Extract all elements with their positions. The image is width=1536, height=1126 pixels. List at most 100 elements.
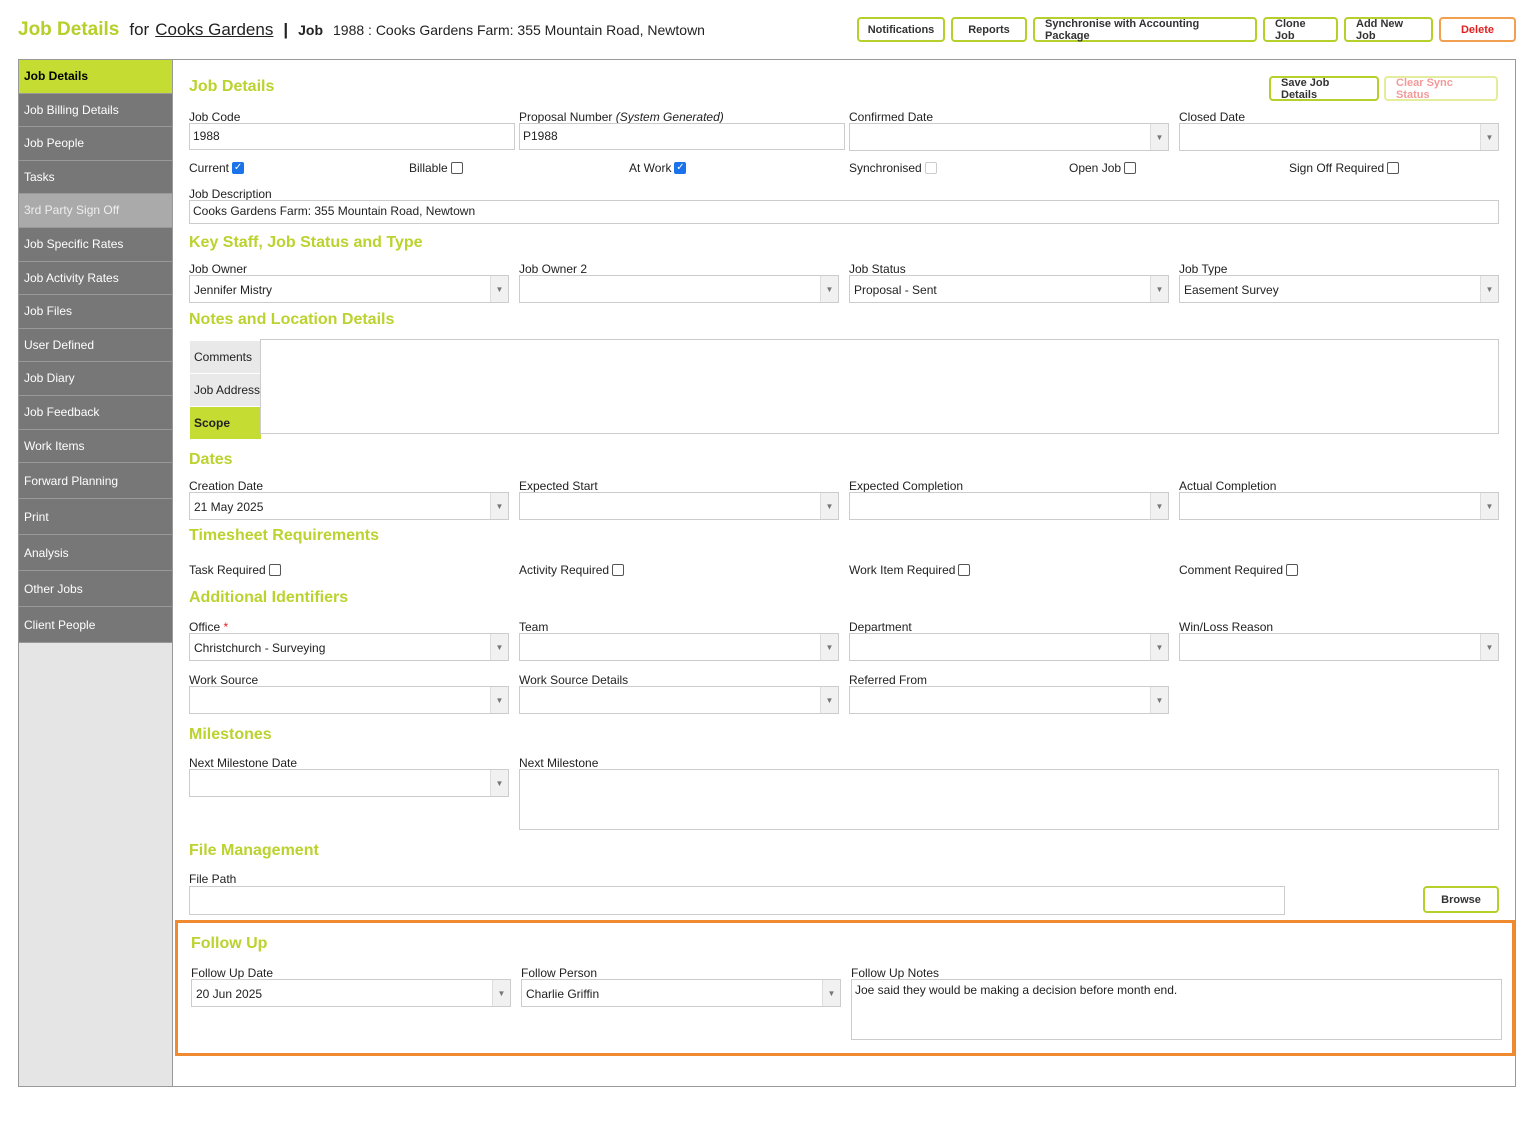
- expected-start-picker[interactable]: ▼: [519, 492, 839, 520]
- file-path-input[interactable]: [189, 886, 1285, 915]
- sidebar-item-job-diary[interactable]: Job Diary: [19, 362, 172, 396]
- next-milestone-textarea[interactable]: [519, 769, 1499, 830]
- sidebar-item-job-details[interactable]: Job Details: [19, 60, 172, 94]
- current-label: Current: [189, 161, 230, 175]
- closed-date-picker[interactable]: ▼: [1179, 123, 1499, 151]
- sidebar-item-analysis[interactable]: Analysis: [19, 535, 172, 572]
- follow-up-date-picker[interactable]: 20 Jun 2025 ▼: [191, 979, 511, 1007]
- section-milestones: Milestones: [189, 726, 272, 743]
- sidebar-item-job-specific-rates[interactable]: Job Specific Rates: [19, 227, 172, 262]
- department-label: Department: [849, 620, 912, 634]
- sidebar-item-tasks[interactable]: Tasks: [19, 160, 172, 195]
- follow-person-select[interactable]: Charlie Griffin ▼: [521, 979, 841, 1007]
- current-checkbox[interactable]: Current ✓: [189, 161, 245, 175]
- client-link[interactable]: Cooks Gardens: [155, 20, 273, 40]
- follow-up-notes-textarea[interactable]: Joe said they would be making a decision…: [851, 979, 1502, 1040]
- sign-off-required-checkbox[interactable]: Sign Off Required: [1289, 161, 1400, 175]
- office-label: Office *: [189, 620, 228, 634]
- chevron-down-icon: ▼: [1480, 124, 1498, 150]
- main-frame: Job Details Job Billing Details Job Peop…: [18, 59, 1516, 1087]
- chevron-down-icon: ▼: [1480, 493, 1498, 519]
- sidebar-item-forward-planning[interactable]: Forward Planning: [19, 463, 172, 500]
- chevron-down-icon: ▼: [1480, 276, 1498, 302]
- notifications-button[interactable]: Notifications: [857, 17, 945, 42]
- browse-button[interactable]: Browse: [1423, 886, 1499, 913]
- comment-required-checkbox[interactable]: Comment Required: [1179, 563, 1299, 577]
- work-item-required-checkbox[interactable]: Work Item Required: [849, 563, 971, 577]
- work-source-select[interactable]: ▼: [189, 686, 509, 714]
- section-dates: Dates: [189, 451, 233, 468]
- chevron-down-icon: ▼: [1150, 634, 1168, 660]
- expected-completion-picker[interactable]: ▼: [849, 492, 1169, 520]
- job-label: Job: [298, 22, 323, 38]
- department-select[interactable]: ▼: [849, 633, 1169, 661]
- proposal-number-input[interactable]: P1988: [519, 123, 845, 150]
- reports-button[interactable]: Reports: [951, 17, 1027, 42]
- chevron-down-icon: ▼: [1150, 276, 1168, 302]
- sidebar-item-job-billing-details[interactable]: Job Billing Details: [19, 93, 172, 128]
- sidebar-item-job-files[interactable]: Job Files: [19, 295, 172, 329]
- activity-required-checkbox[interactable]: Activity Required: [519, 563, 625, 577]
- page-header: Job Details for Cooks Gardens | Job 1988…: [18, 16, 1516, 44]
- tab-comments[interactable]: Comments: [190, 341, 261, 374]
- save-job-details-button[interactable]: Save Job Details: [1269, 76, 1379, 101]
- sidebar: Job Details Job Billing Details Job Peop…: [19, 60, 173, 1086]
- delete-button[interactable]: Delete: [1439, 17, 1516, 42]
- referred-from-select[interactable]: ▼: [849, 686, 1169, 714]
- chevron-down-icon: ▼: [490, 276, 508, 302]
- chevron-down-icon: ▼: [490, 770, 508, 796]
- billable-checkbox[interactable]: Billable: [409, 161, 463, 175]
- sidebar-item-work-items[interactable]: Work Items: [19, 429, 172, 464]
- job-owner-value: Jennifer Mistry: [194, 283, 273, 297]
- chevron-down-icon: ▼: [490, 634, 508, 660]
- open-job-checkbox[interactable]: Open Job: [1069, 161, 1137, 175]
- add-new-job-button[interactable]: Add New Job: [1344, 17, 1433, 42]
- checkbox-box: [450, 162, 463, 174]
- expected-completion-label: Expected Completion: [849, 479, 964, 493]
- chevron-down-icon: ▼: [1150, 687, 1168, 713]
- sidebar-item-job-feedback[interactable]: Job Feedback: [19, 395, 172, 430]
- office-select[interactable]: Christchurch - Surveying ▼: [189, 633, 509, 661]
- tab-scope[interactable]: Scope: [190, 407, 261, 440]
- sidebar-item-job-people[interactable]: Job People: [19, 127, 172, 161]
- open-job-label: Open Job: [1069, 161, 1122, 175]
- scope-textarea[interactable]: [260, 339, 1499, 434]
- work-source-label: Work Source: [189, 673, 259, 687]
- task-required-checkbox[interactable]: Task Required: [189, 563, 281, 577]
- sidebar-item-other-jobs[interactable]: Other Jobs: [19, 571, 172, 608]
- chevron-down-icon: ▼: [490, 493, 508, 519]
- sync-accounting-button[interactable]: Synchronise with Accounting Package: [1033, 17, 1257, 42]
- confirmed-date-picker[interactable]: ▼: [849, 123, 1169, 151]
- chevron-down-icon: ▼: [820, 634, 838, 660]
- actual-completion-picker[interactable]: ▼: [1179, 492, 1499, 520]
- at-work-checkbox[interactable]: At Work ✓: [629, 161, 687, 175]
- creation-date-picker[interactable]: 21 May 2025 ▼: [189, 492, 509, 520]
- job-description-input[interactable]: Cooks Gardens Farm: 355 Mountain Road, N…: [189, 200, 1499, 224]
- team-select[interactable]: ▼: [519, 633, 839, 661]
- sidebar-item-job-activity-rates[interactable]: Job Activity Rates: [19, 261, 172, 296]
- check-icon: ✓: [674, 162, 687, 174]
- checkbox-box: [924, 162, 937, 174]
- clone-job-button[interactable]: Clone Job: [1263, 17, 1338, 42]
- office-value: Christchurch - Surveying: [194, 641, 326, 655]
- job-owner-select[interactable]: Jennifer Mistry ▼: [189, 275, 509, 303]
- job-code-input[interactable]: 1988: [189, 123, 515, 150]
- job-type-select[interactable]: Easement Survey ▼: [1179, 275, 1499, 303]
- job-owner-2-select[interactable]: ▼: [519, 275, 839, 303]
- sidebar-item-user-defined[interactable]: User Defined: [19, 328, 172, 363]
- activity-required-label: Activity Required: [519, 563, 610, 577]
- sidebar-item-print[interactable]: Print: [19, 499, 172, 536]
- clear-sync-status-button[interactable]: Clear Sync Status: [1384, 76, 1498, 101]
- chevron-down-icon: ▼: [490, 687, 508, 713]
- tab-job-address[interactable]: Job Address: [190, 374, 261, 407]
- work-source-details-select[interactable]: ▼: [519, 686, 839, 714]
- synchronised-checkbox[interactable]: Synchronised: [849, 161, 937, 175]
- job-status-select[interactable]: Proposal - Sent ▼: [849, 275, 1169, 303]
- sidebar-item-client-people[interactable]: Client People: [19, 607, 172, 644]
- job-owner-2-label: Job Owner 2: [519, 262, 588, 276]
- win-loss-reason-select[interactable]: ▼: [1179, 633, 1499, 661]
- next-milestone-date-picker[interactable]: ▼: [189, 769, 509, 797]
- actual-completion-label: Actual Completion: [1179, 479, 1277, 493]
- sidebar-item-3rd-party-sign-off[interactable]: 3rd Party Sign Off: [19, 194, 172, 228]
- confirmed-date-label: Confirmed Date: [849, 110, 934, 124]
